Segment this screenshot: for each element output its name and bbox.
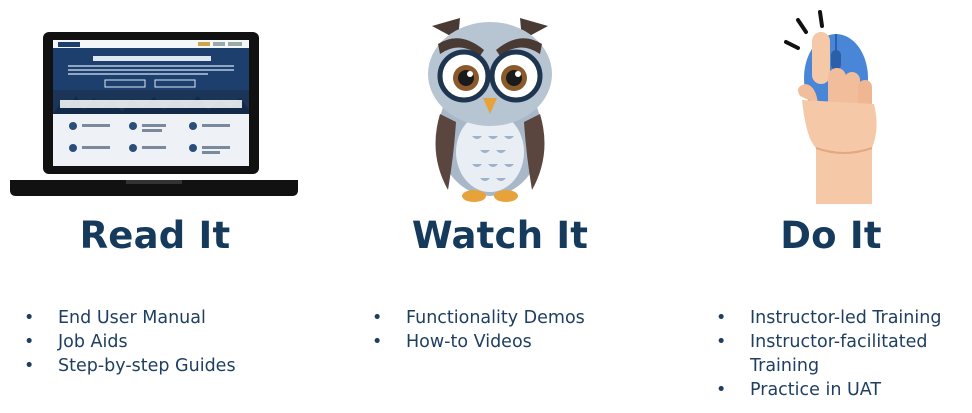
list-item: End User Manual — [22, 306, 236, 330]
read-it-heading: Read It — [79, 214, 231, 257]
read-it-list: End User Manual Job Aids Step-by-step Gu… — [22, 306, 236, 378]
watch-it-column: Watch It Functionality Demos How-to Vide… — [340, 0, 660, 413]
list-item: How-to Videos — [370, 330, 585, 354]
watch-it-list: Functionality Demos How-to Videos — [370, 306, 585, 354]
do-it-heading: Do It — [780, 214, 882, 257]
read-it-column: Read It End User Manual Job Aids Step-by… — [0, 0, 310, 413]
watch-it-heading: Watch It — [411, 214, 589, 257]
list-item: Instructor-facilitated — [714, 330, 941, 354]
list-item: Step-by-step Guides — [22, 354, 236, 378]
do-it-column: Do It Instructor-led Training Instructor… — [690, 0, 972, 413]
list-item: Instructor-led Training — [714, 306, 941, 330]
list-item: Job Aids — [22, 330, 236, 354]
hand-clicking-mouse-illustration — [784, 10, 877, 204]
list-item: Functionality Demos — [370, 306, 585, 330]
owl-illustration — [428, 18, 552, 202]
do-it-list: Instructor-led Training Instructor-facil… — [714, 306, 941, 402]
list-item: Practice in UAT — [714, 378, 941, 402]
list-item-continuation: Training — [750, 356, 820, 376]
laptop-illustration — [10, 32, 298, 196]
